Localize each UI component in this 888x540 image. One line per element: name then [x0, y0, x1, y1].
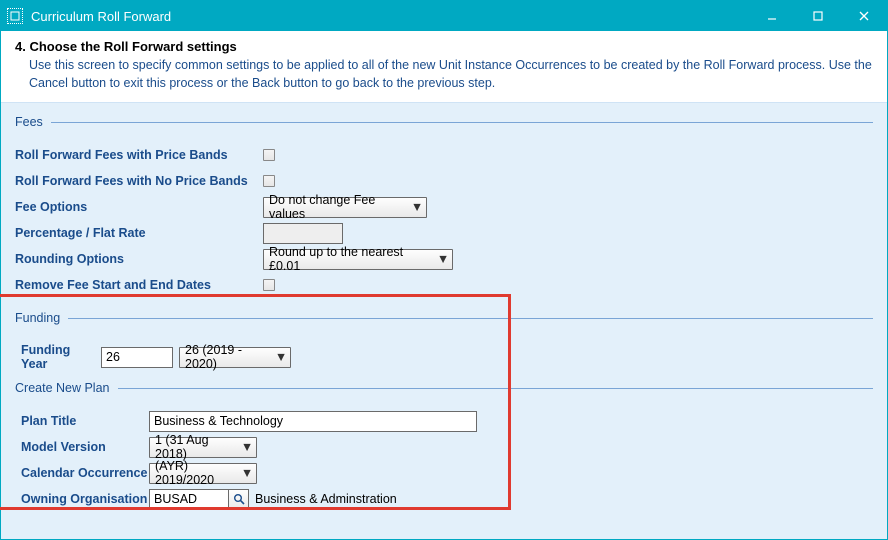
owning-org-code: BUSAD [154, 492, 197, 506]
funding-year-input[interactable]: 26 [101, 347, 173, 368]
plan-title-value: Business & Technology [154, 414, 283, 428]
plan-title-label: Plan Title [21, 414, 149, 428]
calendar-occurrence-value: (AYR) 2019/2020 [155, 459, 234, 487]
form-body: Fees Roll Forward Fees with Price Bands … [1, 103, 887, 539]
fee-options-select[interactable]: Do not change Fee values ▼ [263, 197, 427, 218]
funding-year-value: 26 [106, 350, 120, 364]
calendar-occurrence-select[interactable]: (AYR) 2019/2020 ▼ [149, 463, 257, 484]
window-title: Curriculum Roll Forward [31, 9, 749, 24]
pct-flat-label: Percentage / Flat Rate [15, 226, 263, 240]
maximize-button[interactable] [795, 1, 841, 31]
fee-options-value: Do not change Fee values [269, 193, 404, 221]
form-header: 4. Choose the Roll Forward settings Use … [1, 31, 887, 103]
search-icon [233, 493, 245, 505]
window-controls [749, 1, 887, 31]
plan-title-input[interactable]: Business & Technology [149, 411, 477, 432]
create-new-plan-group: Create New Plan Plan Title Business & Te… [15, 381, 873, 511]
calendar-occurrence-label: Calendar Occurrence [21, 466, 149, 480]
divider [118, 388, 874, 389]
funding-year-select-value: 26 (2019 - 2020) [185, 343, 268, 371]
fees-group: Fees Roll Forward Fees with Price Bands … [15, 115, 873, 297]
plan-legend: Create New Plan [15, 381, 114, 395]
step-subtitle: Use this screen to specify common settin… [15, 57, 873, 92]
rounding-value: Round up to the nearest £0.01 [269, 245, 430, 273]
roll-no-price-checkbox[interactable] [263, 175, 275, 187]
dropdown-icon: ▼ [240, 466, 254, 480]
roll-no-price-label: Roll Forward Fees with No Price Bands [15, 174, 263, 188]
dropdown-icon: ▼ [410, 200, 424, 214]
app-window: Curriculum Roll Forward 4. Choose the Ro… [0, 0, 888, 540]
title-bar: Curriculum Roll Forward [1, 1, 887, 31]
pct-flat-input[interactable] [263, 223, 343, 244]
close-button[interactable] [841, 1, 887, 31]
fee-options-label: Fee Options [15, 200, 263, 214]
app-icon [7, 8, 23, 24]
roll-with-price-checkbox[interactable] [263, 149, 275, 161]
funding-group: Funding Funding Year 26 26 (2019 - 2020)… [15, 311, 873, 511]
fees-legend: Fees [15, 115, 47, 129]
funding-legend: Funding [15, 311, 64, 325]
model-version-select[interactable]: 1 (31 Aug 2018) ▼ [149, 437, 257, 458]
remove-dates-label: Remove Fee Start and End Dates [15, 278, 263, 292]
divider [68, 318, 873, 319]
step-title: 4. Choose the Roll Forward settings [15, 39, 873, 54]
dropdown-icon: ▼ [436, 252, 450, 266]
owning-org-lookup-button[interactable] [229, 489, 249, 510]
owning-org-input[interactable]: BUSAD [149, 489, 229, 510]
remove-dates-checkbox[interactable] [263, 279, 275, 291]
owning-org-label: Owning Organisation [21, 492, 149, 506]
funding-year-label: Funding Year [21, 343, 101, 371]
model-version-value: 1 (31 Aug 2018) [155, 433, 234, 461]
dropdown-icon: ▼ [274, 350, 288, 364]
owning-org-name: Business & Adminstration [255, 492, 397, 506]
rounding-label: Rounding Options [15, 252, 263, 266]
model-version-label: Model Version [21, 440, 149, 454]
dropdown-icon: ▼ [240, 440, 254, 454]
rounding-select[interactable]: Round up to the nearest £0.01 ▼ [263, 249, 453, 270]
roll-with-price-label: Roll Forward Fees with Price Bands [15, 148, 263, 162]
funding-year-select[interactable]: 26 (2019 - 2020) ▼ [179, 347, 291, 368]
minimize-button[interactable] [749, 1, 795, 31]
divider [51, 122, 873, 123]
